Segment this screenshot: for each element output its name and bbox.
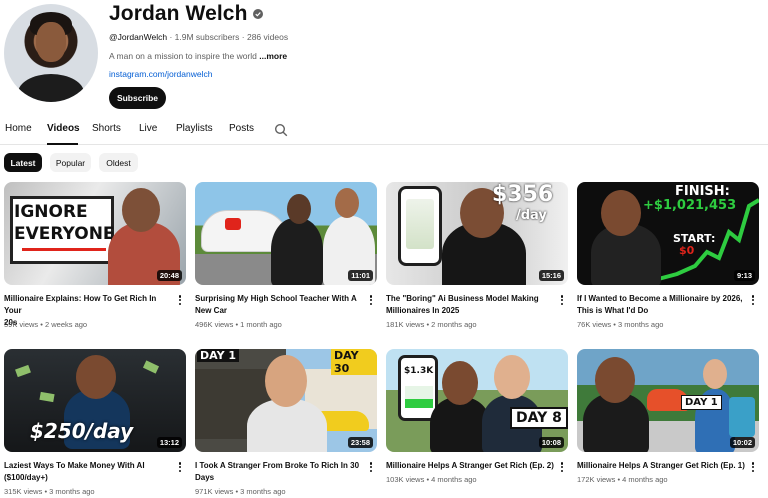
video-duration: 23:58	[347, 437, 373, 448]
video-duration: 9:13	[733, 270, 755, 281]
tab-shorts[interactable]: Shorts	[92, 123, 121, 134]
video-duration: 20:48	[156, 270, 182, 281]
more-vert-icon[interactable]	[176, 461, 184, 473]
channel-avatar	[4, 4, 98, 102]
video-duration: 15:16	[538, 270, 564, 281]
verified-icon	[252, 9, 263, 19]
tab-videos[interactable]: Videos	[47, 123, 80, 134]
more-vert-icon[interactable]	[749, 461, 757, 473]
video-meta: 103K views • 4 months ago	[386, 475, 477, 484]
video-duration: 13:12	[156, 437, 182, 448]
more-vert-icon[interactable]	[558, 461, 566, 473]
active-tab-indicator	[47, 143, 78, 145]
video-meta: 315K views • 3 months ago	[4, 487, 95, 496]
video-title[interactable]: The "Boring" Ai Business Model Making Mil…	[386, 293, 554, 317]
phone	[398, 186, 442, 266]
video-thumbnail[interactable]: IGNORE EVERYONE 20:48	[4, 182, 186, 285]
more-vert-icon[interactable]	[558, 294, 566, 306]
chip-latest[interactable]: Latest	[4, 153, 42, 172]
channel-description[interactable]: A man on a mission to inspire the world …	[109, 51, 287, 61]
video-thumbnail[interactable]: DAY 1 DAY 30 23:58	[195, 349, 377, 452]
video-thumbnail[interactable]: $356 /day 15:16	[386, 182, 568, 285]
more-vert-icon[interactable]	[749, 294, 757, 306]
channel-handle: @JordanWelch	[109, 32, 168, 42]
video-meta: 971K views • 3 months ago	[195, 487, 286, 496]
channel-name: Jordan Welch	[109, 2, 248, 25]
subscribe-button[interactable]: Subscribe	[109, 87, 166, 109]
video-duration: 11:01	[348, 270, 373, 281]
video-thumbnail[interactable]: FINISH: +$1,021,453 START: $0 9:13	[577, 182, 759, 285]
video-thumbnail[interactable]: 11:01	[195, 182, 377, 285]
tab-live[interactable]: Live	[139, 123, 157, 134]
subscriber-count: 1.9M subscribers	[174, 32, 240, 42]
video-meta: 181K views • 2 months ago	[386, 320, 477, 329]
video-meta: 76K views • 3 months ago	[577, 320, 664, 329]
video-meta: 59K views • 2 weeks ago	[4, 320, 88, 329]
video-thumbnail[interactable]: $1.3K DAY 8 10:08	[386, 349, 568, 452]
channel-meta: @JordanWelch · 1.9M subscribers · 286 vi…	[109, 32, 289, 42]
more-vert-icon[interactable]	[176, 294, 184, 306]
tab-home[interactable]: Home	[5, 123, 32, 134]
video-meta: 172K views • 4 months ago	[577, 475, 668, 484]
video-thumbnail[interactable]: DAY 1 10:02	[577, 349, 759, 452]
video-title[interactable]: Laziest Ways To Make Money With AI ($100/…	[4, 460, 172, 484]
search-icon[interactable]	[274, 123, 288, 137]
channel-title: Jordan Welch	[109, 2, 263, 26]
tab-playlists[interactable]: Playlists	[176, 123, 213, 134]
video-title[interactable]: Millionaire Helps A Stranger Get Rich (E…	[577, 460, 745, 472]
tab-posts[interactable]: Posts	[229, 123, 254, 134]
video-meta: 496K views • 1 month ago	[195, 320, 282, 329]
more-vert-icon[interactable]	[367, 294, 375, 306]
video-duration: 10:02	[729, 437, 755, 448]
channel-tabs: Home Videos Shorts Live Playlists Posts	[0, 116, 768, 145]
more-vert-icon[interactable]	[367, 461, 375, 473]
video-thumbnail[interactable]: $250/day 13:12	[4, 349, 186, 452]
chip-oldest[interactable]: Oldest	[99, 153, 138, 172]
video-duration: 10:08	[538, 437, 564, 448]
video-title[interactable]: Millionaire Helps A Stranger Get Rich (E…	[386, 460, 554, 472]
chip-popular[interactable]: Popular	[50, 153, 91, 172]
more-link[interactable]: ...more	[259, 51, 287, 61]
video-title[interactable]: If I Wanted to Become a Millionaire by 2…	[577, 293, 745, 317]
video-title[interactable]: Surprising My High School Teacher With A…	[195, 293, 363, 317]
video-count: 286 videos	[246, 32, 289, 42]
video-title[interactable]: I Took A Stranger From Broke To Rich In …	[195, 460, 363, 484]
channel-link[interactable]: instagram.com/jordanwelch	[109, 69, 212, 79]
